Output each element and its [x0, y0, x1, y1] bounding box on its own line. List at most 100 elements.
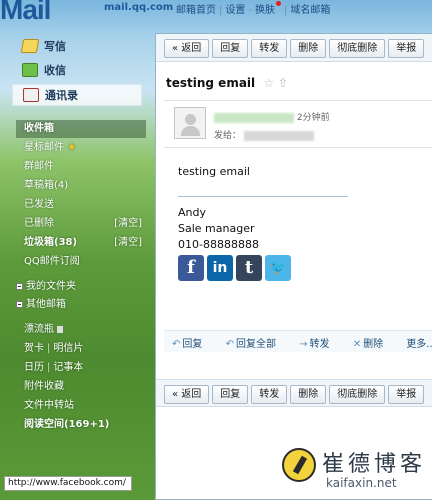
subscriptions-label: QQ邮件订阅 [24, 256, 80, 267]
expand-icon[interactable] [16, 300, 23, 308]
sidebar-item-my-folders[interactable]: 我的文件夹 [16, 278, 146, 296]
action-reply-all-label: 回复全部 [235, 339, 276, 350]
domain-mail-link[interactable]: 域名邮箱 [290, 1, 330, 16]
social-links: f in t 🐦 [178, 255, 348, 281]
sidebar-item-transfer[interactable]: 文件中转站 [16, 397, 146, 415]
sidebar-item-subscriptions[interactable]: QQ邮件订阅 [16, 253, 146, 271]
compose-button[interactable]: 写信 [12, 36, 142, 56]
sidebar-item-group[interactable]: 群邮件 [16, 158, 146, 176]
linkedin-icon[interactable]: in [207, 255, 233, 281]
skin-link[interactable]: 换肤 [255, 1, 275, 16]
action-forward-label: 转发 [309, 339, 330, 350]
sidebar-item-attachments[interactable]: 附件收藏 [16, 378, 146, 396]
sidebar-item-starred[interactable]: 星标邮件 ★ [16, 139, 146, 157]
starred-label: 星标邮件 [24, 142, 64, 153]
receive-label: 收信 [44, 64, 66, 77]
subject-text: testing email [166, 76, 256, 90]
reply-all-icon: ↶ [225, 339, 234, 350]
empty-spam-link[interactable]: [清空] [114, 234, 142, 252]
sidebar-item-drift-bottle[interactable]: 漂流瓶 [16, 321, 146, 339]
card-link[interactable]: 贺卡 [24, 343, 44, 354]
action-reply[interactable]: ↶ 回复 [172, 339, 212, 350]
action-reply-label: 回复 [182, 339, 203, 350]
star-outline-icon[interactable]: ☆ [263, 76, 274, 90]
contacts-button[interactable]: 通讯录 [12, 84, 142, 106]
email-view: « 返回 回复 转发 删除 彻底删除 举报 testing email ☆ ⇧ 2分钟前 … [155, 33, 432, 500]
toolbar-top: « 返回 回复 转发 删除 彻底删除 举报 [156, 34, 432, 62]
sender-avatar[interactable] [174, 107, 206, 139]
email-actions: ↶回复 ↶回复全部 →转发 ✕删除 更多... [164, 330, 432, 352]
my-folders-label: 我的文件夹 [26, 281, 76, 292]
signature-divider [178, 196, 348, 197]
calendar-link[interactable]: 日历 [24, 362, 44, 373]
forward-icon: → [299, 339, 308, 350]
perm-delete-button[interactable]: 彻底删除 [329, 39, 386, 58]
perm-delete-button[interactable]: 彻底删除 [329, 385, 386, 404]
delete-button[interactable]: 删除 [290, 385, 327, 404]
sidebar-item-other-mailbox[interactable]: 其他邮箱 [16, 296, 146, 314]
pencil-icon [20, 39, 40, 53]
receive-button[interactable]: 收信 [12, 60, 142, 80]
report-button[interactable]: 举报 [388, 385, 425, 404]
signature-name: Andy [178, 206, 206, 219]
forward-button[interactable]: 转发 [251, 39, 288, 58]
reply-button[interactable]: 回复 [212, 39, 249, 58]
action-reply-all[interactable]: ↶ 回复全部 [226, 339, 286, 350]
reply-button[interactable]: 回复 [212, 385, 249, 404]
deleted-label: 已删除 [24, 218, 54, 229]
close-icon: ✕ [352, 339, 362, 350]
logo-domain: mail.qq.com [104, 2, 174, 13]
report-button[interactable]: 举报 [388, 39, 425, 58]
action-more[interactable]: 更多... [406, 339, 432, 350]
facebook-icon[interactable]: f [178, 255, 204, 281]
postcard-link[interactable]: 明信片 [53, 343, 83, 354]
toolbar-bottom: « 返回 回复 转发 删除 彻底删除 举报 [156, 379, 432, 407]
notepad-link[interactable]: 记事本 [53, 362, 83, 373]
inbox-label: 收件箱 [24, 123, 54, 134]
empty-deleted-link[interactable]: [清空] [114, 215, 142, 233]
back-button[interactable]: « 返回 [164, 385, 210, 404]
forward-button[interactable]: 转发 [251, 385, 288, 404]
action-delete[interactable]: ✕ 删除 [353, 339, 393, 350]
action-forward[interactable]: → 转发 [299, 339, 339, 350]
signature-phone: 010-88888888 [178, 238, 259, 251]
sidebar-item-inbox[interactable]: 收件箱 [16, 120, 146, 138]
home-link[interactable]: 邮箱首页 [176, 1, 216, 16]
spam-label: 垃圾箱(38) [24, 237, 78, 248]
back-button[interactable]: « 返回 [164, 39, 210, 58]
body-text: testing email [178, 165, 250, 178]
sidebar-item-reading[interactable]: 阅读空间(169+1) [16, 416, 146, 434]
sidebar-item-sent[interactable]: 已发送 [16, 196, 146, 214]
status-url-tooltip: http://www.facebook.com/ [4, 476, 132, 491]
drafts-label: 草稿箱(4) [24, 180, 69, 191]
watermark-url: kaifaxin.net [326, 476, 397, 490]
sidebar-item-deleted[interactable]: 已删除 [清空] [16, 215, 146, 233]
up-arrow-icon[interactable]: ⇧ [278, 76, 288, 90]
email-body: testing email Andy Sale manager 010-8888… [178, 164, 348, 281]
sent-time: 2分钟前 [296, 113, 330, 123]
recipient-redacted[interactable] [243, 130, 314, 141]
signature-title: Sale manager [178, 222, 255, 235]
action-delete-label: 删除 [363, 339, 384, 350]
tumblr-icon[interactable]: t [236, 255, 262, 281]
transfer-label: 文件中转站 [24, 400, 74, 411]
sidebar: 写信 收信 通讯录 收件箱 星标邮件 ★ 群邮件 草稿箱(4) 已发送 已删除 [… [0, 22, 150, 500]
contacts-label: 通讯录 [45, 89, 78, 102]
sidebar-item-cards: 贺卡 | 明信片 [24, 343, 84, 354]
reading-label: 阅读空间(169+1) [24, 419, 110, 430]
twitter-icon[interactable]: 🐦 [265, 255, 291, 281]
compose-label: 写信 [44, 40, 66, 53]
settings-link[interactable]: 设置 [225, 1, 245, 16]
drift-bottle-label: 漂流瓶 [24, 324, 54, 335]
watermark-title: 崔德博客 [322, 452, 427, 477]
sender-name-redacted[interactable] [214, 112, 294, 123]
sent-label: 已发送 [24, 199, 54, 210]
sidebar-item-drafts[interactable]: 草稿箱(4) [16, 177, 146, 195]
other-mailbox-label: 其他邮箱 [26, 299, 66, 310]
sender-line: 2分钟前 [214, 110, 330, 123]
expand-icon[interactable] [16, 282, 23, 290]
delete-button[interactable]: 删除 [290, 39, 327, 58]
watermark: 崔德博客 kaifaxin.net [282, 446, 432, 496]
to-label: 发给： [214, 131, 242, 141]
sidebar-item-spam[interactable]: 垃圾箱(38) [清空] [16, 234, 146, 252]
